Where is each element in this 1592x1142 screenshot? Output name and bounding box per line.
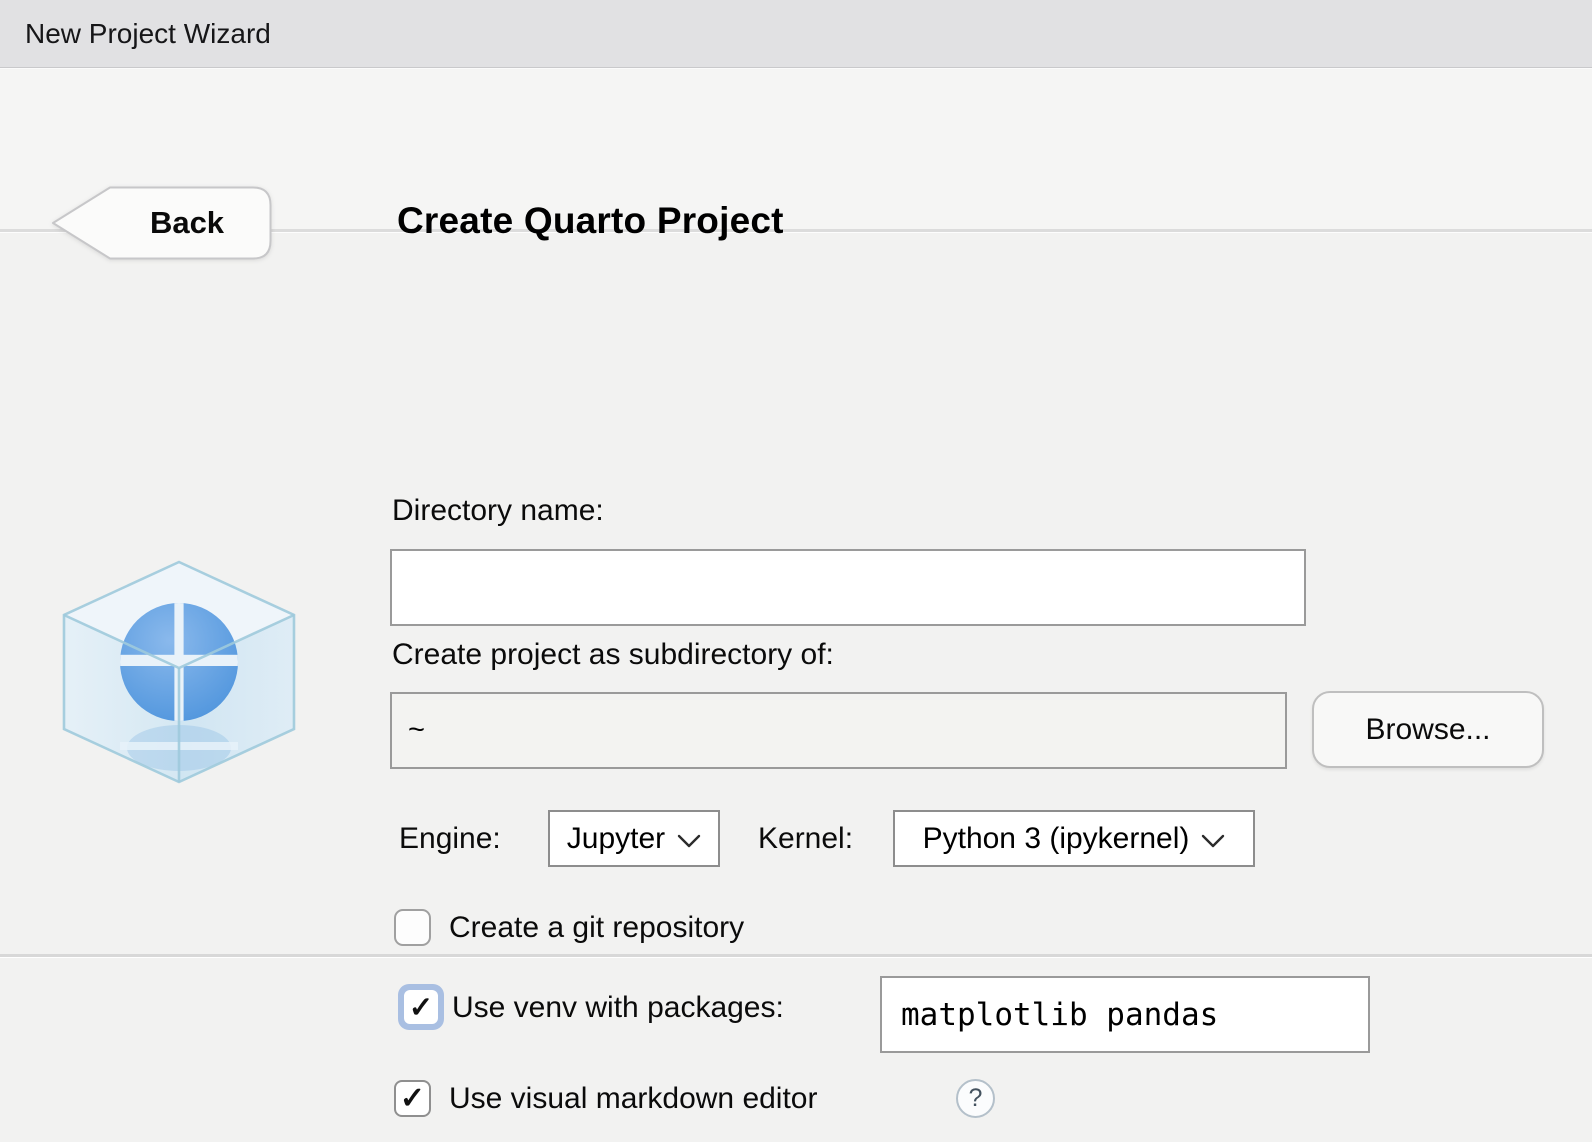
directory-name-input[interactable] <box>390 549 1306 626</box>
subdirectory-input[interactable]: ~ <box>390 692 1287 769</box>
browse-button[interactable]: Browse... <box>1312 691 1544 768</box>
chevron-down-icon <box>677 834 701 848</box>
git-repository-label: Create a git repository <box>449 911 744 945</box>
window-titlebar: New Project Wizard <box>0 0 1592 68</box>
subdirectory-value: ~ <box>408 714 425 747</box>
quarto-project-icon <box>44 546 314 802</box>
engine-select[interactable]: Jupyter <box>548 810 720 867</box>
wizard-footer: Open in new session Create Project Cance… <box>0 960 1592 1142</box>
kernel-select[interactable]: Python 3 (ipykernel) <box>893 810 1255 867</box>
wizard-body: Directory name: Create project as subdir… <box>0 232 1592 957</box>
wizard-header: Back Create Quarto Project <box>0 69 1592 232</box>
new-project-wizard-dialog: New Project Wizard Back Create Quarto Pr… <box>0 0 1592 1142</box>
kernel-label: Kernel: <box>758 822 853 856</box>
engine-label: Engine: <box>399 822 501 856</box>
kernel-selected-value: Python 3 (ipykernel) <box>923 822 1190 856</box>
browse-button-label: Browse... <box>1365 713 1490 747</box>
window-title: New Project Wizard <box>25 18 271 50</box>
chevron-down-icon <box>1201 834 1225 848</box>
directory-name-label: Directory name: <box>392 494 604 528</box>
subdirectory-label: Create project as subdirectory of: <box>392 638 834 672</box>
git-repository-checkbox[interactable] <box>394 909 431 946</box>
engine-selected-value: Jupyter <box>567 822 665 856</box>
